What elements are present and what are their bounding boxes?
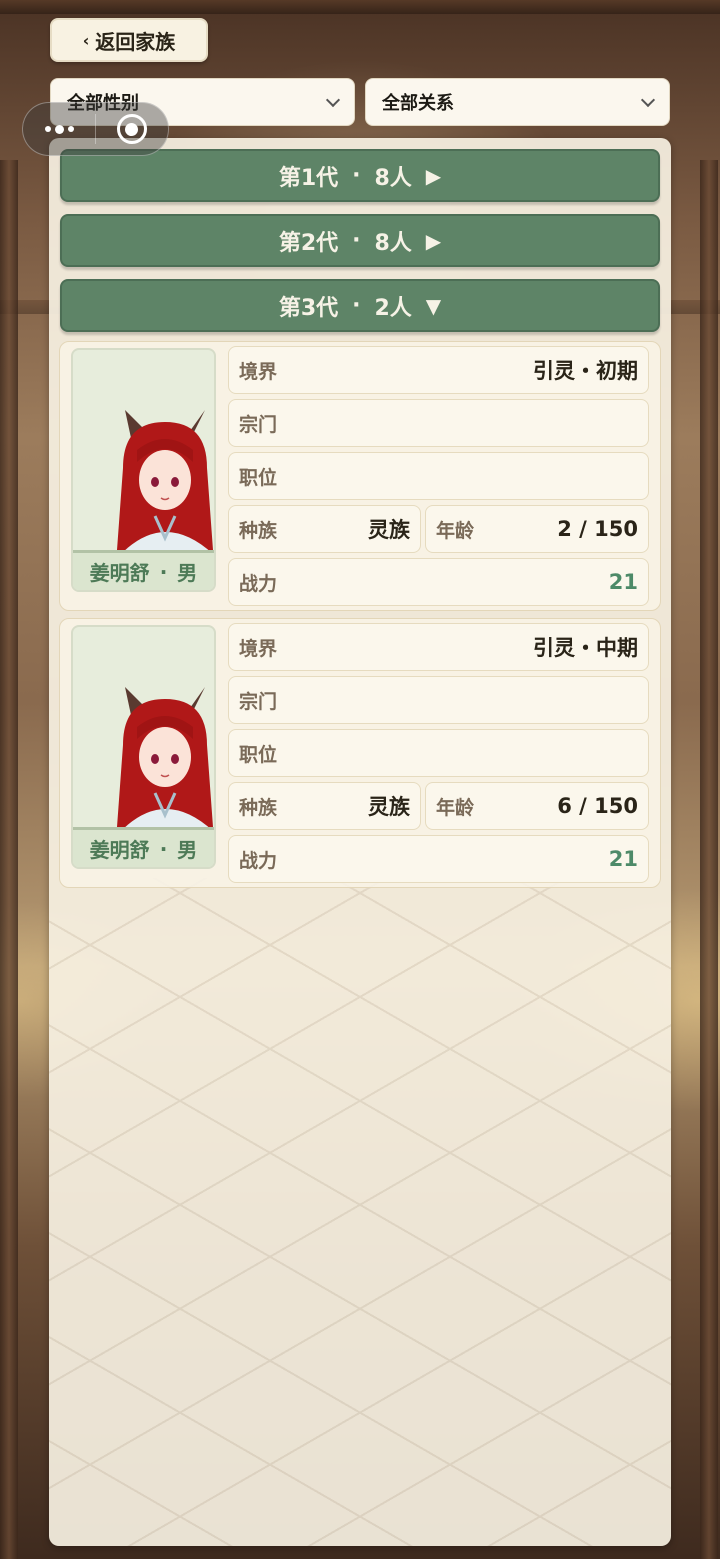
back-to-family-button[interactable]: ‹ 返回家族 <box>50 18 208 62</box>
separator-dot: · <box>352 228 361 253</box>
position-field: 职位 <box>228 452 649 500</box>
race-value: 灵族 <box>368 795 410 819</box>
close-miniprogram-button[interactable] <box>96 102 168 156</box>
member-name: 姜明舒 <box>89 838 150 862</box>
separator-dot: · <box>352 293 361 318</box>
realm-field: 境界 引灵・初期 <box>228 346 649 394</box>
separator-dot: · <box>159 559 168 584</box>
separator-dot: · <box>159 836 168 861</box>
panel-floor-pattern <box>49 878 671 1546</box>
chevron-left-icon: ‹ <box>82 30 90 50</box>
position-field: 职位 <box>228 729 649 777</box>
generation-label: 第3代 <box>278 295 339 321</box>
chevron-down-icon <box>640 92 656 108</box>
member-nameplate: 姜明舒 · 男 <box>73 827 214 867</box>
family-member-panel: 第1代 · 8人 ▶ 第2代 · 8人 ▶ 第3代 · 2人 ▼ 姜明舒 · 男… <box>49 138 671 1546</box>
member-name: 姜明舒 <box>89 561 150 585</box>
position-label: 职位 <box>239 743 278 766</box>
generation-count: 8人 <box>374 165 412 191</box>
power-field: 战力 21 <box>228 558 649 606</box>
realm-value: 引灵・初期 <box>533 359 638 383</box>
age-label: 年龄 <box>436 519 475 542</box>
sect-label: 宗门 <box>239 690 278 713</box>
race-field: 种族 灵族 <box>228 505 421 553</box>
member-card[interactable]: 姜明舒 · 男 境界 引灵・中期 宗门 职位 种族 灵族 年龄 6 / 150 … <box>59 618 661 888</box>
expand-arrow-icon: ▶ <box>425 228 442 253</box>
background-pillar <box>700 160 718 1559</box>
chevron-down-icon <box>325 92 341 108</box>
realm-label: 境界 <box>239 360 278 383</box>
age-label: 年龄 <box>436 796 475 819</box>
race-label: 种族 <box>239 796 278 819</box>
power-value: 21 <box>608 847 638 871</box>
generation-label: 第1代 <box>278 165 339 191</box>
member-nameplate: 姜明舒 · 男 <box>73 550 214 590</box>
power-label: 战力 <box>239 572 278 595</box>
member-card[interactable]: 姜明舒 · 男 境界 引灵・初期 宗门 职位 种族 灵族 年龄 2 / 150 … <box>59 341 661 611</box>
generation-label: 第2代 <box>278 230 339 256</box>
generation-header-3[interactable]: 第3代 · 2人 ▼ <box>60 279 660 332</box>
realm-label: 境界 <box>239 637 278 660</box>
power-field: 战力 21 <box>228 835 649 883</box>
relation-filter-value: 全部关系 <box>382 93 454 114</box>
collapse-arrow-icon: ▼ <box>425 293 442 318</box>
age-field: 年龄 6 / 150 <box>425 782 649 830</box>
member-gender: 男 <box>177 561 198 585</box>
back-button-label: 返回家族 <box>95 29 176 54</box>
race-field: 种族 灵族 <box>228 782 421 830</box>
member-gender: 男 <box>177 838 198 862</box>
age-field: 年龄 2 / 150 <box>425 505 649 553</box>
more-menu-button[interactable] <box>23 102 95 156</box>
more-dots-icon <box>44 124 74 134</box>
power-value: 21 <box>608 570 638 594</box>
age-value: 6 / 150 <box>557 794 638 818</box>
generation-header-2[interactable]: 第2代 · 8人 ▶ <box>60 214 660 267</box>
expand-arrow-icon: ▶ <box>425 163 442 188</box>
race-label: 种族 <box>239 519 278 542</box>
realm-value: 引灵・中期 <box>533 636 638 660</box>
miniprogram-capsule <box>22 102 169 156</box>
separator-dot: · <box>352 163 361 188</box>
sect-field: 宗门 <box>228 676 649 724</box>
member-portrait[interactable]: 姜明舒 · 男 <box>71 625 216 869</box>
generation-count: 8人 <box>374 230 412 256</box>
generation-count: 2人 <box>374 295 412 321</box>
relation-filter-select[interactable]: 全部关系 <box>365 78 670 126</box>
background-pillar <box>0 160 18 1559</box>
age-value: 2 / 150 <box>557 517 638 541</box>
sect-field: 宗门 <box>228 399 649 447</box>
member-portrait[interactable]: 姜明舒 · 男 <box>71 348 216 592</box>
sect-label: 宗门 <box>239 413 278 436</box>
power-label: 战力 <box>239 849 278 872</box>
realm-field: 境界 引灵・中期 <box>228 623 649 671</box>
generation-header-1[interactable]: 第1代 · 8人 ▶ <box>60 149 660 202</box>
record-circle-icon <box>116 114 147 144</box>
background-beam <box>0 0 720 14</box>
race-value: 灵族 <box>368 518 410 542</box>
position-label: 职位 <box>239 466 278 489</box>
